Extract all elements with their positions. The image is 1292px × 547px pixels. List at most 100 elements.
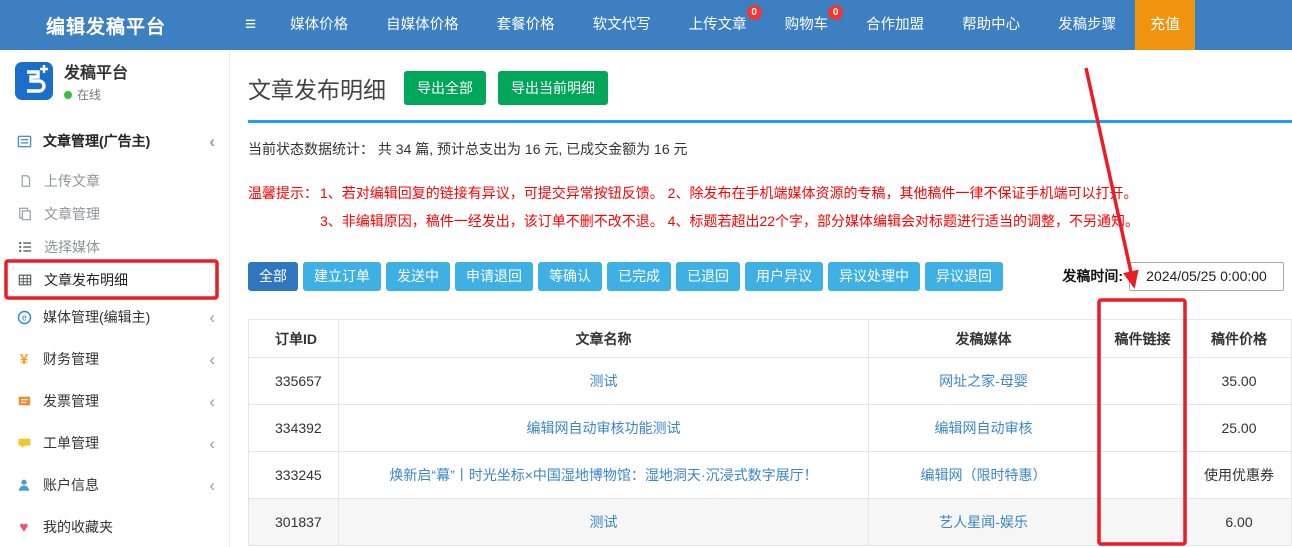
nav-item-self-media-price[interactable]: 自媒体价格 bbox=[367, 0, 478, 50]
svg-text:e: e bbox=[22, 312, 27, 322]
copy-icon bbox=[15, 207, 35, 221]
manuscript-link-cell bbox=[1099, 405, 1187, 452]
nav-item-publish-steps[interactable]: 发稿步骤 bbox=[1039, 0, 1135, 50]
stats-summary: 当前状态数据统计： 共 34 篇, 预计总支出为 16 元, 已成交金额为 16… bbox=[248, 139, 1292, 159]
nav-item-package-price[interactable]: 套餐价格 bbox=[478, 0, 574, 50]
tips-line-1: 1、若对编辑回复的链接有异议，可提交异常按钮反馈。 2、除发布在手机端媒体资源的… bbox=[320, 179, 1139, 207]
chevron-left-icon: ‹ bbox=[209, 351, 215, 368]
sidebar-item-article-manage[interactable]: 文章管理 bbox=[0, 197, 229, 230]
article-title-link[interactable]: 测试 bbox=[590, 514, 618, 530]
sidebar-item-account-info[interactable]: 账户信息 ‹ bbox=[0, 464, 229, 506]
media-link[interactable]: 编辑网自动审核 bbox=[935, 420, 1033, 436]
tab-user-dispute[interactable]: 用户异议 bbox=[745, 262, 823, 291]
heart-icon: ♥ bbox=[14, 519, 34, 536]
table-row: 334392 编辑网自动审核功能测试 编辑网自动审核 25.00 bbox=[249, 405, 1292, 452]
media-link[interactable]: 网址之家-母婴 bbox=[939, 373, 1028, 389]
nav-item-media-price[interactable]: 媒体价格 bbox=[271, 0, 367, 50]
header-article-title: 文章名称 bbox=[339, 320, 869, 358]
sidebar-item-label: 文章管理(广告主) bbox=[43, 131, 150, 151]
sidebar-item-label: 文章发布明细 bbox=[44, 270, 128, 290]
online-status-label: 在线 bbox=[77, 86, 101, 103]
sidebar-item-upload-article[interactable]: 上传文章 bbox=[0, 164, 229, 197]
tab-dispute-returned[interactable]: 异议退回 bbox=[925, 262, 1003, 291]
article-title-link[interactable]: 编辑网自动审核功能测试 bbox=[527, 420, 681, 436]
nav-item-upload-article[interactable]: 上传文章 0 bbox=[670, 0, 766, 50]
comment-icon bbox=[14, 436, 34, 450]
cart-badge: 0 bbox=[828, 5, 843, 20]
tab-pending-confirm[interactable]: 等确认 bbox=[538, 262, 602, 291]
nav-item-label: 发稿步骤 bbox=[1058, 17, 1116, 33]
price-cell: 使用优惠券 bbox=[1187, 452, 1292, 499]
export-all-button[interactable]: 导出全部 bbox=[404, 71, 486, 105]
tips-line-2: 3、非编辑原因，稿件一经发出，该订单不删不改不退。 4、标题若超出22个字，部分… bbox=[320, 207, 1139, 235]
table-header-row: 订单ID 文章名称 发稿媒体 稿件链接 稿件价格 bbox=[249, 320, 1292, 358]
chevron-left-icon: ‹ bbox=[209, 435, 215, 452]
manuscript-link-cell bbox=[1099, 499, 1187, 546]
tab-returned[interactable]: 已退回 bbox=[676, 262, 740, 291]
media-link[interactable]: 编辑网（限时特惠） bbox=[921, 467, 1047, 483]
nav-item-copywriting[interactable]: 软文代写 bbox=[574, 0, 670, 50]
table-icon bbox=[15, 273, 35, 287]
user-icon bbox=[14, 478, 34, 492]
main-content: 文章发布明细 导出全部 导出当前明细 当前状态数据统计： 共 34 篇, 预计总… bbox=[230, 50, 1292, 547]
nav-item-help-center[interactable]: 帮助中心 bbox=[943, 0, 1039, 50]
platform-name: 发稿平台 bbox=[64, 59, 128, 83]
tips-label: 温馨提示： bbox=[248, 179, 320, 235]
manuscript-link-cell bbox=[1099, 452, 1187, 499]
nav-item-label: 合作加盟 bbox=[866, 17, 924, 33]
order-id-cell: 301837 bbox=[249, 499, 339, 546]
nav-item-label: 媒体价格 bbox=[290, 17, 348, 33]
sidebar-item-label: 上传文章 bbox=[44, 171, 100, 191]
price-cell: 25.00 bbox=[1187, 405, 1292, 452]
sidebar-item-select-media[interactable]: 选择媒体 bbox=[0, 230, 229, 263]
order-id-cell: 335657 bbox=[249, 358, 339, 405]
tab-order-created[interactable]: 建立订单 bbox=[303, 262, 381, 291]
tab-completed[interactable]: 已完成 bbox=[607, 262, 671, 291]
sidebar-item-finance-mgmt[interactable]: ¥ 财务管理 ‹ bbox=[0, 338, 229, 380]
media-link[interactable]: 艺人星闻-娱乐 bbox=[939, 514, 1028, 530]
invoice-icon bbox=[14, 394, 34, 408]
price-cell: 35.00 bbox=[1187, 358, 1292, 405]
sidebar-item-ticket-mgmt[interactable]: 工单管理 ‹ bbox=[0, 422, 229, 464]
table-row: 333245 焕新启“幕”丨时光坐标×中国湿地博物馆：湿地洞天·沉浸式数字展厅！… bbox=[249, 452, 1292, 499]
article-title-link[interactable]: 测试 bbox=[590, 373, 618, 389]
nav-item-label: 自媒体价格 bbox=[386, 17, 459, 33]
yen-icon: ¥ bbox=[14, 351, 34, 368]
sidebar-item-media-mgmt[interactable]: e 媒体管理(编辑主) ‹ bbox=[0, 296, 229, 338]
table-row: 301837 测试 艺人星闻-娱乐 6.00 bbox=[249, 499, 1292, 546]
publish-time-label: 发稿时间: bbox=[1062, 266, 1123, 286]
browser-e-icon: e bbox=[14, 310, 34, 325]
price-cell: 6.00 bbox=[1187, 499, 1292, 546]
header-price: 稿件价格 bbox=[1187, 320, 1292, 358]
publish-time-input[interactable] bbox=[1129, 262, 1284, 291]
nav-item-label: 软文代写 bbox=[593, 17, 651, 33]
sidebar-item-label: 发票管理 bbox=[43, 391, 99, 411]
sidebar-item-article-mgmt[interactable]: 文章管理(广告主) ‹ bbox=[0, 118, 229, 164]
orders-table: 订单ID 文章名称 发稿媒体 稿件链接 稿件价格 335657 测试 网址之家-… bbox=[248, 319, 1292, 546]
nav-item-cart[interactable]: 购物车 0 bbox=[766, 0, 848, 50]
page-title: 文章发布明细 bbox=[248, 71, 386, 105]
publish-time-filter: 发稿时间: bbox=[1062, 262, 1284, 291]
table-row: 335657 测试 网址之家-母婴 35.00 bbox=[249, 358, 1292, 405]
file-icon bbox=[15, 174, 35, 188]
nav-item-partnership[interactable]: 合作加盟 bbox=[847, 0, 943, 50]
sidebar-item-favorites[interactable]: ♥ 我的收藏夹 bbox=[0, 506, 229, 547]
online-dot-icon bbox=[64, 91, 72, 99]
sidebar-item-label: 媒体管理(编辑主) bbox=[43, 307, 150, 327]
nav-item-label: 帮助中心 bbox=[962, 17, 1020, 33]
tab-sending[interactable]: 发送中 bbox=[386, 262, 450, 291]
article-title-link[interactable]: 焕新启“幕”丨时光坐标×中国湿地博物馆：湿地洞天·沉浸式数字展厅！ bbox=[389, 467, 817, 483]
list-icon bbox=[15, 240, 35, 254]
chevron-left-icon: ‹ bbox=[209, 309, 215, 326]
status-filter-tabs: 全部 建立订单 发送中 申请退回 等确认 已完成 已退回 用户异议 异议处理中 … bbox=[248, 261, 1292, 291]
export-current-button[interactable]: 导出当前明细 bbox=[498, 71, 608, 105]
top-nav-items: 媒体价格 自媒体价格 套餐价格 软文代写 上传文章 0 购物车 0 合作加盟 bbox=[271, 0, 1135, 50]
tab-all[interactable]: 全部 bbox=[248, 262, 298, 291]
hamburger-menu-icon[interactable]: ≡ bbox=[230, 14, 271, 36]
tab-return-requested[interactable]: 申请退回 bbox=[455, 262, 533, 291]
orders-table-wrap: 订单ID 文章名称 发稿媒体 稿件链接 稿件价格 335657 测试 网址之家-… bbox=[248, 319, 1292, 546]
recharge-button[interactable]: 充值 bbox=[1135, 0, 1195, 50]
sidebar-item-article-publish-detail[interactable]: 文章发布明细 bbox=[0, 263, 229, 296]
tab-dispute-processing[interactable]: 异议处理中 bbox=[828, 262, 920, 291]
sidebar-item-invoice-mgmt[interactable]: 发票管理 ‹ bbox=[0, 380, 229, 422]
